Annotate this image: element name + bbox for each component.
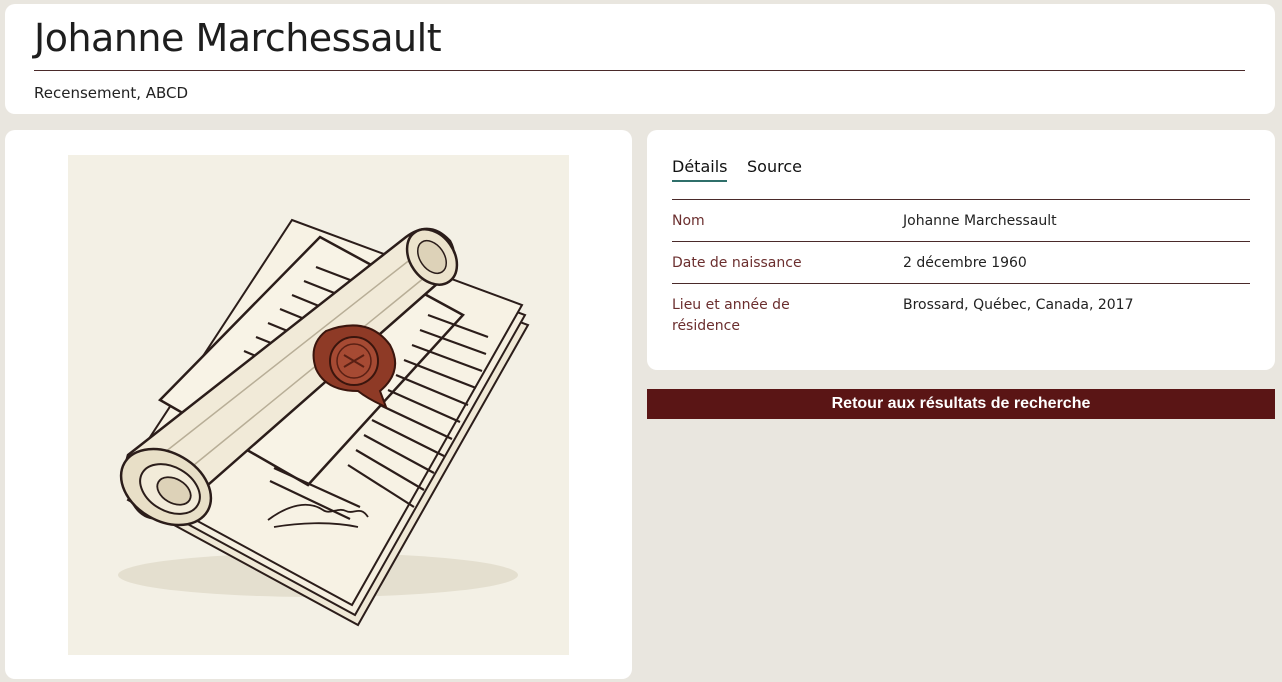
tab-source[interactable]: Source [747,157,802,176]
detail-label: Date de naissance [672,255,802,271]
record-collection: Recensement, ABCD [34,84,189,102]
title-divider [34,70,1245,71]
sealed-scroll-document-icon [68,155,569,655]
page-title: Johanne Marchessault [34,16,442,60]
detail-label: Lieu et année de résidence [672,297,790,334]
record-image-panel [5,130,632,679]
row-divider [672,283,1250,284]
tab-details[interactable]: Détails [672,157,728,182]
record-header: Johanne Marchessault Recensement, ABCD [5,4,1275,114]
detail-value: 2 décembre 1960 [903,255,1027,271]
detail-value: Brossard, Québec, Canada, 2017 [903,297,1134,313]
back-to-results-button[interactable]: Retour aux résultats de recherche [647,389,1275,419]
tabs-divider [672,199,1250,200]
detail-label: Nom [672,213,705,229]
row-divider [672,241,1250,242]
detail-value: Johanne Marchessault [903,213,1057,229]
details-panel: Détails Source Nom Johanne Marchessault … [647,130,1275,370]
